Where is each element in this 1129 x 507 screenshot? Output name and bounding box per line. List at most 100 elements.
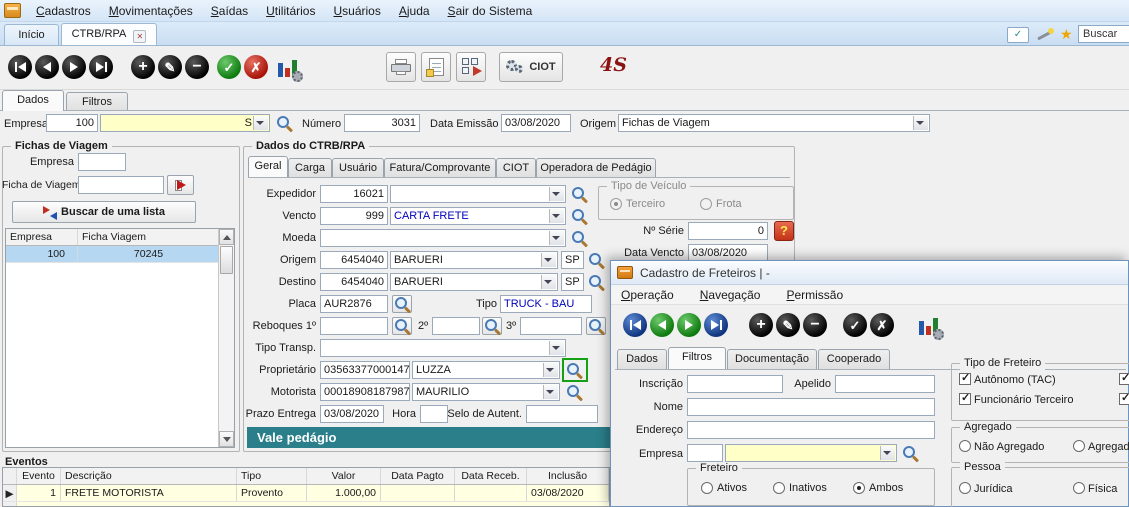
scroll-down-icon[interactable]: [219, 431, 234, 447]
placa-search-button[interactable]: [392, 295, 412, 313]
vencto-code-field[interactable]: 999: [320, 207, 388, 225]
freteiros-empresa-combo[interactable]: [725, 444, 897, 462]
inativos-radio[interactable]: [773, 482, 785, 494]
goto-ficha-button[interactable]: [167, 175, 194, 195]
ctrb-tab-carga[interactable]: Carga: [288, 158, 332, 177]
tab-inicio[interactable]: Início: [4, 24, 59, 45]
tipo-veic-field[interactable]: TRUCK - BAU: [500, 295, 592, 313]
fisica-radio[interactable]: [1073, 482, 1085, 494]
ciot-button[interactable]: CIOT: [499, 52, 563, 82]
edit-button[interactable]: ✎: [158, 55, 182, 79]
autonomo-checkbox[interactable]: [959, 373, 971, 385]
col-header-valor[interactable]: Valor: [307, 468, 381, 484]
freteiros-titlebar[interactable]: Cadastro de Freteiros | -: [611, 261, 1128, 285]
data-emissao-field[interactable]: 03/08/2020: [501, 114, 571, 132]
menu-permissao[interactable]: Permissão: [786, 288, 843, 302]
freteiros-nav-next-button[interactable]: [677, 313, 701, 337]
reboque2-field[interactable]: [432, 317, 480, 335]
ctrb-tab-geral[interactable]: Geral: [248, 156, 288, 177]
tab-close-icon[interactable]: ✕: [133, 30, 146, 43]
freteiros-tab-documentacao[interactable]: Documentação: [727, 349, 817, 369]
ativos-radio[interactable]: [701, 482, 713, 494]
ctrb-tab-operadora[interactable]: Operadora de Pedágio: [536, 158, 656, 177]
origem-combo[interactable]: Fichas de Viagem: [618, 114, 930, 132]
funcionario-checkbox[interactable]: [959, 393, 971, 405]
reboque2-search-button[interactable]: [482, 317, 502, 335]
scroll-up-icon[interactable]: [219, 229, 234, 245]
ctrb-tab-ciot[interactable]: CIOT: [496, 158, 536, 177]
fichas-grid-row[interactable]: 100 70245: [6, 246, 234, 263]
nome-field[interactable]: [687, 398, 935, 416]
freteiros-nav-prev-button[interactable]: [650, 313, 674, 337]
menu-movimentacoes[interactable]: Movimentações: [100, 1, 202, 21]
cancel-button[interactable]: ✗: [244, 55, 268, 79]
reboque1-search-button[interactable]: [392, 317, 412, 335]
fichas-grid-scrollbar[interactable]: [218, 229, 234, 447]
extra-checkbox-1[interactable]: [1119, 373, 1129, 385]
freteiros-add-button[interactable]: +: [749, 313, 773, 337]
selo-field[interactable]: [526, 405, 598, 423]
delete-button[interactable]: −: [185, 55, 209, 79]
motorista-search-icon[interactable]: [566, 384, 583, 401]
empresa-code-field[interactable]: 100: [46, 114, 98, 132]
expedidor-combo[interactable]: [390, 185, 566, 203]
col-header-data-pagto[interactable]: Data Pagto: [381, 468, 455, 484]
wand-icon[interactable]: [1036, 27, 1054, 43]
reboque1-field[interactable]: [320, 317, 388, 335]
freteiros-chart-button[interactable]: [916, 312, 942, 338]
freteiros-delete-button[interactable]: −: [803, 313, 827, 337]
col-header-ficha-viagem[interactable]: Ficha Viagem: [78, 229, 220, 245]
nav-last-button[interactable]: [89, 55, 113, 79]
motorista-combo[interactable]: MAURILIO: [412, 383, 560, 401]
apelido-field[interactable]: [835, 375, 935, 393]
ctrb-origem-combo[interactable]: BARUERI: [390, 251, 558, 269]
menu-cadastros[interactable]: Cadastros: [27, 1, 100, 21]
nav-next-button[interactable]: [62, 55, 86, 79]
confirm-button[interactable]: ✓: [217, 55, 241, 79]
fichas-ficha-field[interactable]: [78, 176, 164, 194]
page-tab-dados[interactable]: Dados: [2, 90, 64, 111]
menu-saidas[interactable]: Saídas: [202, 1, 257, 21]
ctrb-tab-fatura[interactable]: Fatura/Comprovante: [384, 158, 496, 177]
vencto-search-icon[interactable]: [571, 208, 588, 225]
help-question-button[interactable]: ?: [774, 221, 794, 241]
empresa-search-icon[interactable]: [276, 115, 293, 132]
nav-prev-button[interactable]: [35, 55, 59, 79]
buscar-lista-button[interactable]: Buscar de uma lista: [12, 201, 196, 223]
prazo-field[interactable]: 03/08/2020: [320, 405, 384, 423]
report-button[interactable]: [421, 52, 451, 82]
freteiros-empresa-search-icon[interactable]: [902, 445, 919, 462]
add-button[interactable]: +: [131, 55, 155, 79]
freteiros-empresa-code-field[interactable]: [687, 444, 723, 462]
tipo-transp-combo[interactable]: [320, 339, 566, 357]
freteiros-nav-first-button[interactable]: [623, 313, 647, 337]
reboque3-field[interactable]: [520, 317, 582, 335]
numero-field[interactable]: 3031: [344, 114, 420, 132]
ctrb-origem-code-field[interactable]: 6454040: [320, 251, 388, 269]
eventos-grid-row[interactable]: ▶ 1 FRETE MOTORISTA Provento 1.000,00 03…: [3, 485, 609, 502]
extra-checkbox-2[interactable]: [1119, 393, 1129, 405]
moeda-search-icon[interactable]: [571, 230, 588, 247]
agregado-radio[interactable]: [1073, 440, 1085, 452]
menu-operacao[interactable]: Operação: [621, 288, 674, 302]
freteiros-tab-filtros[interactable]: Filtros: [668, 347, 726, 369]
proprietario-combo[interactable]: LUZZA: [412, 361, 560, 379]
freteiros-nav-last-button[interactable]: [704, 313, 728, 337]
print-button[interactable]: [386, 52, 416, 82]
export-button[interactable]: [456, 52, 486, 82]
reboque3-search-button[interactable]: [586, 317, 606, 335]
freteiros-cancel-button[interactable]: ✗: [870, 313, 894, 337]
favorites-star-icon[interactable]: ★: [1060, 26, 1073, 43]
proprietario-code-field[interactable]: 03563377000147: [320, 361, 410, 379]
ctrb-tab-usuario[interactable]: Usuário: [332, 158, 384, 177]
chart-button[interactable]: [275, 54, 301, 80]
inscricao-field[interactable]: [687, 375, 783, 393]
ctrb-origem-uf-field[interactable]: SP: [561, 251, 584, 269]
num-serie-field[interactable]: 0: [688, 222, 768, 240]
fichas-empresa-field[interactable]: [78, 153, 126, 171]
juridica-radio[interactable]: [959, 482, 971, 494]
expedidor-search-icon[interactable]: [571, 186, 588, 203]
menu-sair[interactable]: Sair do Sistema: [439, 1, 542, 21]
empresa-combo[interactable]: S: [100, 114, 270, 132]
vencto-combo[interactable]: CARTA FRETE: [390, 207, 566, 225]
